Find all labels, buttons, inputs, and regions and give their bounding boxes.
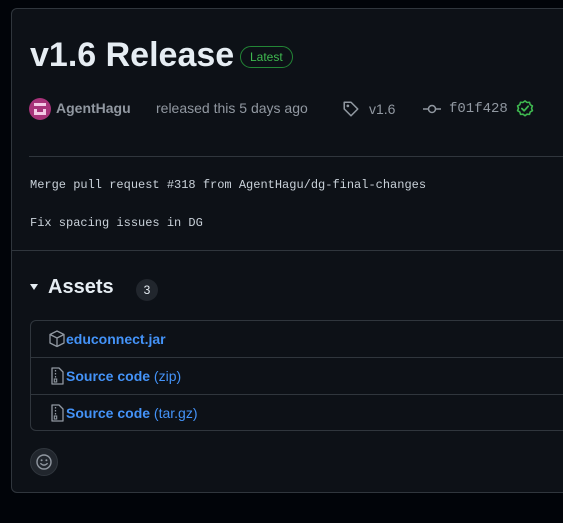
asset-link-source-targz[interactable]: Source code (tar.gz) xyxy=(66,405,198,421)
asset-name: Source code xyxy=(66,405,151,421)
released-time: released this 5 days ago xyxy=(156,100,308,116)
asset-suffix: (tar.gz) xyxy=(153,405,198,421)
check-circle-icon[interactable] xyxy=(516,100,534,118)
asset-row: Source code (zip) xyxy=(31,357,563,393)
latest-badge: Latest xyxy=(240,46,293,68)
assets-count-badge: 3 xyxy=(136,279,158,301)
commit-link[interactable]: f01f428 xyxy=(449,101,508,117)
avatar[interactable] xyxy=(29,98,51,120)
assets-toggle[interactable]: Assets 3 xyxy=(30,275,330,305)
git-commit-icon xyxy=(423,104,441,114)
tag-link[interactable]: v1.6 xyxy=(369,101,395,117)
release-body-line: Merge pull request #318 from AgentHagu/d… xyxy=(30,178,427,192)
release-card: v1.6 Release Latest AgentHagu released t… xyxy=(11,8,563,493)
asset-suffix: (zip) xyxy=(153,368,182,384)
smiley-icon xyxy=(36,454,52,470)
release-title[interactable]: v1.6 Release xyxy=(30,35,234,75)
assets-heading: Assets xyxy=(48,276,114,298)
caret-down-icon xyxy=(30,284,38,290)
author-link[interactable]: AgentHagu xyxy=(56,100,131,116)
add-reaction-button[interactable] xyxy=(30,448,58,476)
package-icon xyxy=(49,330,65,348)
release-meta: AgentHagu released this 5 days ago v1.6 … xyxy=(29,97,563,121)
asset-row: Source code (tar.gz) xyxy=(31,394,563,430)
asset-name: educonnect.jar xyxy=(66,331,166,347)
asset-link-educonnect-jar[interactable]: educonnect.jar xyxy=(66,331,166,347)
meta-divider xyxy=(29,156,563,157)
asset-name: Source code xyxy=(66,368,151,384)
tag-icon xyxy=(343,101,359,117)
release-body-line: Fix spacing issues in DG xyxy=(30,216,203,230)
section-divider xyxy=(12,250,563,251)
asset-link-source-zip[interactable]: Source code (zip) xyxy=(66,368,181,384)
asset-row: educonnect.jar xyxy=(31,321,563,357)
file-zip-icon xyxy=(51,404,64,422)
file-zip-icon xyxy=(51,367,64,385)
assets-list: educonnect.jar Source code (zip) Source … xyxy=(30,320,563,431)
